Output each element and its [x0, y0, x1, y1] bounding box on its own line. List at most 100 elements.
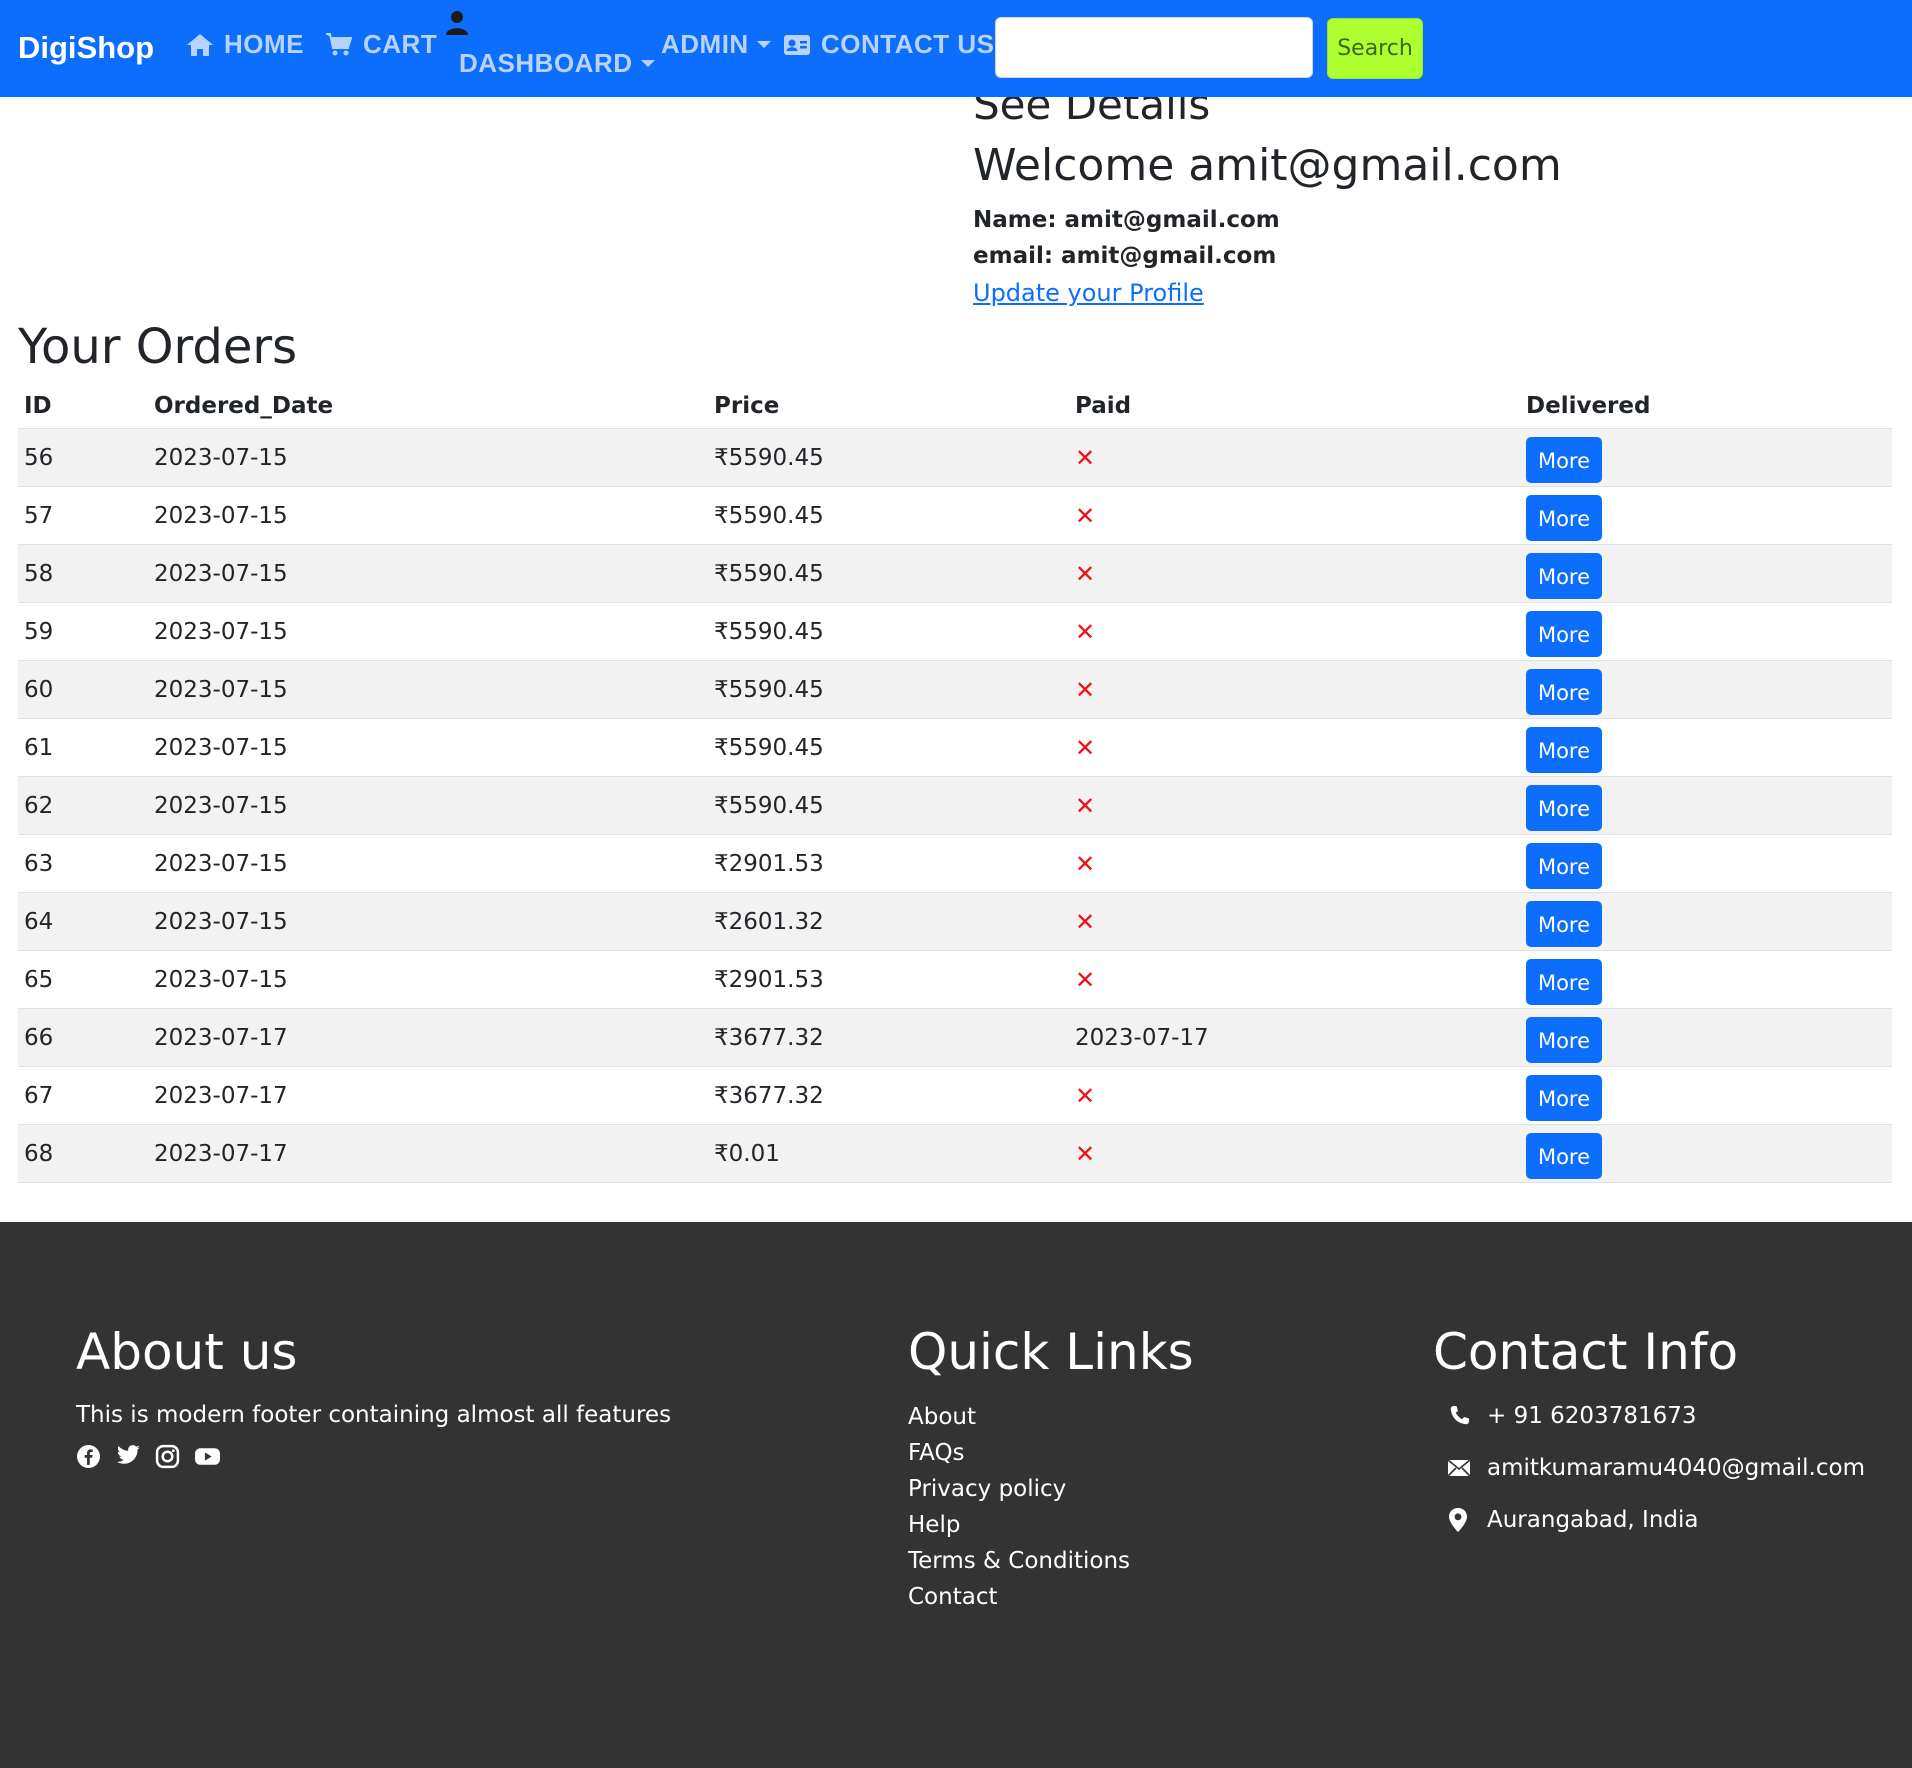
- table-cell: ✕: [1069, 892, 1520, 951]
- header-ordered-date: Ordered_Date: [148, 384, 708, 429]
- quick-link-help[interactable]: Help: [908, 1510, 1130, 1546]
- more-button[interactable]: More: [1526, 1132, 1602, 1179]
- social-links: [76, 1444, 221, 1469]
- table-cell: 2023-07-15: [148, 486, 708, 545]
- table-cell: ✕: [1069, 544, 1520, 603]
- contact-location-text: Aurangabad, India: [1487, 1507, 1699, 1533]
- contact-email: amitkumaramu4040@gmail.com: [1447, 1442, 1865, 1494]
- order-date-cell: 2023-07-15: [154, 560, 288, 587]
- quick-link-terms[interactable]: Terms & Conditions: [908, 1546, 1130, 1582]
- nav-cart-link[interactable]: CART: [325, 29, 437, 60]
- user-icon: [446, 10, 468, 40]
- table-cell: 2023-07-15: [148, 428, 708, 487]
- table-cell: ✕: [1069, 718, 1520, 777]
- more-button[interactable]: More: [1526, 784, 1602, 831]
- table-cell: 2023-07-15: [148, 660, 708, 719]
- table-cell: More: [1520, 1008, 1892, 1067]
- table-row: 63 2023-07-15 ₹2901.53 ✕ More: [18, 834, 1892, 893]
- table-cell: ₹3677.32: [708, 1008, 1069, 1067]
- table-row: 65 2023-07-15 ₹2901.53 ✕ More: [18, 950, 1892, 1009]
- not-paid-icon: ✕: [1075, 965, 1096, 994]
- order-id-cell: 58: [24, 560, 54, 587]
- more-button[interactable]: More: [1526, 552, 1602, 599]
- table-cell: ₹2901.53: [708, 950, 1069, 1009]
- table-cell: More: [1520, 776, 1892, 835]
- not-paid-icon: ✕: [1075, 1081, 1096, 1110]
- table-header-row: ID Ordered_Date Price Paid Delivered: [18, 384, 1892, 429]
- more-button[interactable]: More: [1526, 436, 1602, 483]
- more-button[interactable]: More: [1526, 494, 1602, 541]
- more-button[interactable]: More: [1526, 1074, 1602, 1121]
- contact-phone: + 91 6203781673: [1447, 1390, 1865, 1442]
- table-cell: 65: [18, 950, 148, 1009]
- contact-card-icon: [783, 34, 811, 56]
- nav-dashboard-dropdown[interactable]: DASHBOARD: [459, 48, 655, 79]
- table-cell: 2023-07-17: [148, 1066, 708, 1125]
- order-id-cell: 63: [24, 850, 54, 877]
- order-price-cell: ₹2601.32: [714, 908, 824, 935]
- table-row: 60 2023-07-15 ₹5590.45 ✕ More: [18, 660, 1892, 719]
- order-price-cell: ₹5590.45: [714, 502, 824, 529]
- order-date-cell: 2023-07-17: [154, 1024, 288, 1051]
- not-paid-icon: ✕: [1075, 675, 1096, 704]
- table-cell: 57: [18, 486, 148, 545]
- footer: About us This is modern footer containin…: [0, 1222, 1912, 1768]
- quick-link-about[interactable]: About: [908, 1402, 1130, 1438]
- more-button[interactable]: More: [1526, 668, 1602, 715]
- table-row: 68 2023-07-17 ₹0.01 ✕ More: [18, 1124, 1892, 1183]
- table-cell: More: [1520, 718, 1892, 777]
- header-delivered: Delivered: [1520, 384, 1892, 429]
- youtube-icon[interactable]: [194, 1444, 221, 1469]
- table-cell: 62: [18, 776, 148, 835]
- more-button[interactable]: More: [1526, 958, 1602, 1005]
- more-button[interactable]: More: [1526, 726, 1602, 773]
- table-row: 62 2023-07-15 ₹5590.45 ✕ More: [18, 776, 1892, 835]
- order-id-cell: 66: [24, 1024, 54, 1051]
- more-button[interactable]: More: [1526, 1016, 1602, 1063]
- order-id-cell: 68: [24, 1140, 54, 1167]
- order-date-cell: 2023-07-15: [154, 444, 288, 471]
- table-cell: 61: [18, 718, 148, 777]
- order-date-cell: 2023-07-15: [154, 908, 288, 935]
- envelope-icon: [1447, 1458, 1487, 1478]
- nav-home-link[interactable]: HOME: [186, 29, 304, 60]
- more-button[interactable]: More: [1526, 900, 1602, 947]
- table-cell: ₹2901.53: [708, 834, 1069, 893]
- table-cell: ✕: [1069, 660, 1520, 719]
- instagram-icon[interactable]: [155, 1444, 180, 1469]
- quick-link-contact[interactable]: Contact: [908, 1582, 1130, 1618]
- more-button[interactable]: More: [1526, 842, 1602, 889]
- table-cell: ₹5590.45: [708, 544, 1069, 603]
- phone-icon: [1447, 1404, 1487, 1428]
- order-price-cell: ₹3677.32: [714, 1082, 824, 1109]
- more-button[interactable]: More: [1526, 610, 1602, 657]
- table-cell: 56: [18, 428, 148, 487]
- facebook-icon[interactable]: [76, 1444, 101, 1469]
- table-cell: More: [1520, 486, 1892, 545]
- footer-about-title: About us: [76, 1323, 298, 1381]
- quick-link-faqs[interactable]: FAQs: [908, 1438, 1130, 1474]
- table-row: 58 2023-07-15 ₹5590.45 ✕ More: [18, 544, 1892, 603]
- search-button[interactable]: Search: [1327, 18, 1423, 79]
- table-cell: 58: [18, 544, 148, 603]
- header-price: Price: [708, 384, 1069, 429]
- nav-contact-link[interactable]: CONTACT US: [783, 29, 995, 60]
- table-cell: More: [1520, 1066, 1892, 1125]
- not-paid-icon: ✕: [1075, 733, 1096, 762]
- table-row: 67 2023-07-17 ₹3677.32 ✕ More: [18, 1066, 1892, 1125]
- not-paid-icon: ✕: [1075, 791, 1096, 820]
- table-cell: 60: [18, 660, 148, 719]
- twitter-icon[interactable]: [115, 1444, 141, 1469]
- chevron-down-icon: [756, 41, 771, 48]
- nav-admin-dropdown[interactable]: ADMIN: [661, 29, 771, 60]
- order-date-cell: 2023-07-15: [154, 502, 288, 529]
- brand-logo[interactable]: DigiShop: [18, 30, 154, 66]
- order-id-cell: 61: [24, 734, 54, 761]
- table-cell: ₹5590.45: [708, 602, 1069, 661]
- update-profile-link[interactable]: Update your Profile: [973, 279, 1204, 307]
- table-row: 61 2023-07-15 ₹5590.45 ✕ More: [18, 718, 1892, 777]
- search-input[interactable]: [995, 17, 1313, 78]
- table-cell: More: [1520, 892, 1892, 951]
- quick-link-privacy[interactable]: Privacy policy: [908, 1474, 1130, 1510]
- table-cell: ₹5590.45: [708, 718, 1069, 777]
